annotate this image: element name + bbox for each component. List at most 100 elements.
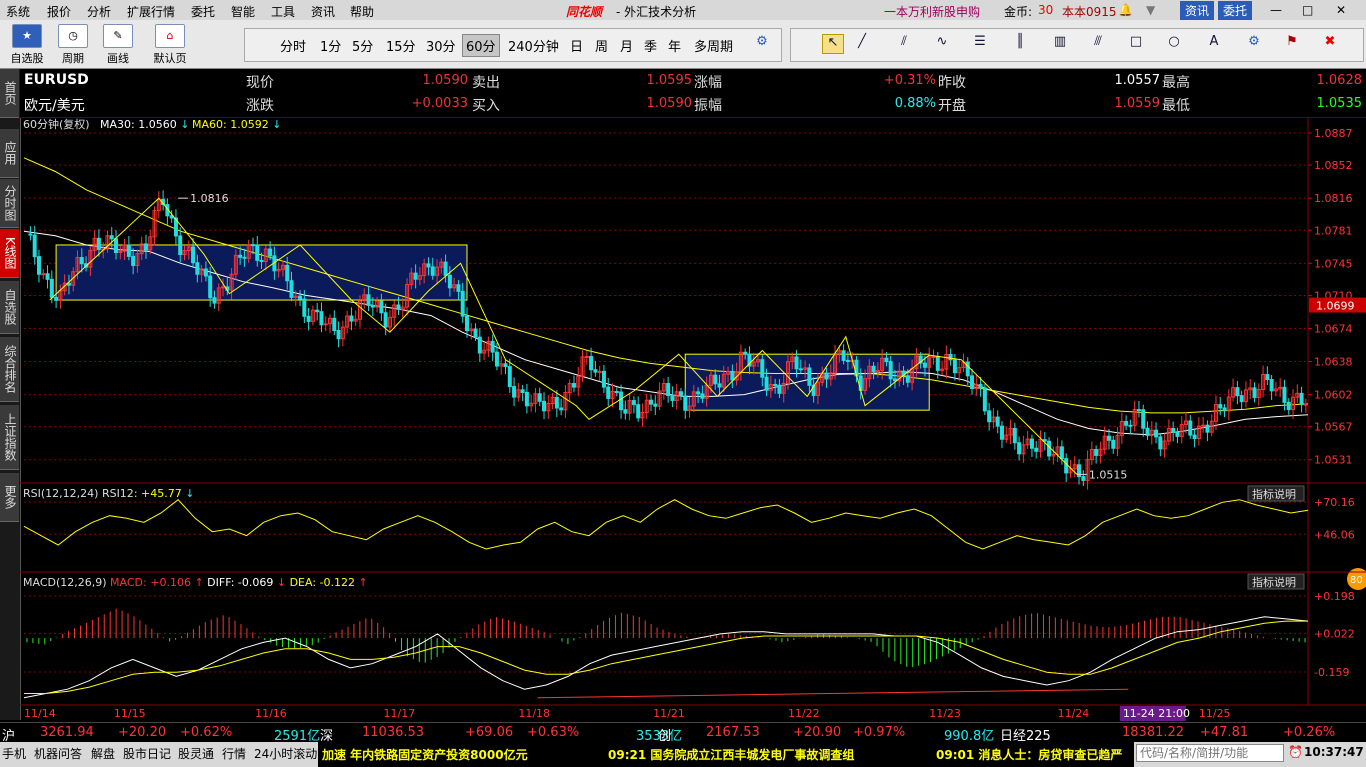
news-button[interactable]: 资讯 — [1180, 1, 1215, 20]
cycle-tool-icon[interactable]: ⫻ — [1088, 34, 1108, 52]
index-ticker-item[interactable]: +0.63% — [527, 725, 579, 740]
menu-item-system[interactable]: 系统 — [6, 3, 30, 20]
sidebar-tab-kline[interactable]: K线图 — [0, 229, 19, 278]
channel-tool-icon[interactable]: ▥ — [1050, 34, 1070, 52]
fib-tool-icon[interactable]: ☰ — [970, 34, 990, 52]
bell-icon[interactable]: 🔔 — [1118, 3, 1133, 17]
candle-body — [794, 356, 799, 370]
shirt-icon[interactable]: ▼ — [1146, 3, 1155, 17]
delete-icon[interactable]: ✖ — [1320, 34, 1340, 52]
user-name[interactable]: 本本0915 — [1062, 3, 1117, 20]
index-ticker-item[interactable]: 2167.53 — [706, 725, 760, 740]
sidebar-tab-home[interactable]: 首页 — [0, 69, 19, 118]
period-tab-week[interactable]: 周 — [595, 36, 608, 55]
index-ticker-item[interactable]: 11036.53 — [362, 725, 424, 740]
candle-body — [336, 330, 341, 340]
quote-label-open: 开盘 — [938, 98, 966, 114]
period-tab-15m[interactable]: 15分 — [386, 36, 416, 55]
alarm-icon[interactable]: ⏰ — [1288, 745, 1303, 759]
candle-body — [730, 370, 735, 381]
watchlist-button[interactable]: ★ 自选股 — [6, 22, 48, 66]
menu-item-extended[interactable]: 扩展行情 — [127, 3, 175, 20]
news-item[interactable]: 09:21 国务院成立江西丰城发电厂事故调查组 — [608, 746, 854, 763]
rsi-help-button[interactable]: 指标说明 — [1247, 485, 1305, 502]
promo-link[interactable]: 一本万利新股申购 — [884, 3, 980, 20]
rectangle-tool-icon[interactable]: □ — [1126, 34, 1146, 52]
news-item[interactable]: 加速 年内铁路固定资产投资8000亿元 — [322, 746, 528, 763]
gann-tool-icon[interactable]: ║ — [1010, 34, 1030, 52]
index-ticker-item[interactable]: 18381.22 — [1122, 725, 1184, 740]
index-ticker-item[interactable]: +0.97% — [853, 725, 905, 740]
index-ticker-item[interactable]: +0.26% — [1283, 725, 1335, 740]
candle-body — [195, 262, 200, 275]
menu-item-smart[interactable]: 智能 — [231, 3, 255, 20]
maximize-icon[interactable]: □ — [1302, 3, 1313, 17]
menu-item-analysis[interactable]: 分析 — [87, 3, 111, 20]
period-tab-30m[interactable]: 30分 — [426, 36, 456, 55]
sidebar-tab-sh-index[interactable]: 上证指数 — [0, 405, 19, 470]
period-tab-month[interactable]: 月 — [620, 36, 633, 55]
index-ticker-item[interactable]: 3261.94 — [40, 725, 94, 740]
default-page-button[interactable]: ⌂ 默认页 — [148, 22, 192, 66]
quote-value-high: 1.0628 — [1316, 73, 1363, 88]
ellipse-tool-icon[interactable]: ○ — [1164, 34, 1184, 52]
period-tab-year[interactable]: 年 — [668, 36, 681, 55]
gear-icon[interactable]: ⚙ — [752, 34, 772, 52]
menu-item-tools[interactable]: 工具 — [271, 3, 295, 20]
menu-item-news[interactable]: 资讯 — [311, 3, 335, 20]
y-tick-label: -0.159 — [1314, 666, 1349, 679]
index-ticker-item[interactable]: +0.62% — [180, 725, 232, 740]
wave-line-icon[interactable]: ∿ — [932, 34, 952, 52]
sidebar-tab-more[interactable]: 更多 — [0, 473, 19, 522]
period-button[interactable]: ◷ 周期 — [52, 22, 94, 66]
sidebar-tab-ranking[interactable]: 综合排名 — [0, 337, 19, 402]
candle-body — [884, 357, 889, 363]
macd-help-button[interactable]: 指标说明 — [1247, 573, 1305, 590]
index-ticker-item[interactable]: +47.81 — [1200, 725, 1248, 740]
news-tab-mobile[interactable]: 手机 — [2, 745, 26, 762]
news-tab-24h[interactable]: 24小时滚动 — [254, 745, 317, 762]
text-tool-icon[interactable]: A — [1204, 34, 1224, 52]
news-item[interactable]: 09:01 消息人士：房贷审查已趋严 — [936, 746, 1132, 763]
parallel-line-icon[interactable]: ⫽ — [894, 34, 914, 52]
index-ticker-item[interactable]: +20.90 — [793, 725, 841, 740]
search-input[interactable] — [1136, 744, 1284, 762]
candle-body — [559, 407, 564, 411]
period-tab-quarter[interactable]: 季 — [644, 36, 657, 55]
news-tab-analysis[interactable]: 解盘 — [91, 745, 115, 762]
period-tab-60m[interactable]: 60分 — [462, 34, 500, 57]
index-ticker-item[interactable]: +69.06 — [465, 725, 513, 740]
trade-button[interactable]: 委托 — [1218, 1, 1253, 20]
settings-icon[interactable]: ⚙ — [1244, 34, 1264, 52]
y-tick-label: +0.198 — [1314, 590, 1355, 603]
news-tab-market[interactable]: 行情 — [222, 745, 246, 762]
sidebar-tab-timeshare[interactable]: 分时图 — [0, 179, 19, 228]
period-tab-day[interactable]: 日 — [570, 36, 583, 55]
kline-chart-area[interactable]: 60分钟(复权) MA30: 1.0560 ↓ MA60: 1.0592 ↓ R… — [20, 117, 1366, 722]
menu-item-quote[interactable]: 报价 — [47, 3, 71, 20]
menu-item-help[interactable]: 帮助 — [350, 3, 374, 20]
minimize-icon[interactable]: — — [1270, 3, 1282, 17]
menu-item-trade[interactable]: 委托 — [191, 3, 215, 20]
candle-body — [54, 296, 59, 301]
period-tab-1m[interactable]: 1分 — [320, 36, 341, 55]
candle-body — [649, 399, 654, 405]
draw-line-button[interactable]: ✎ 画线 — [97, 22, 139, 66]
period-tab-timeshare[interactable]: 分时 — [280, 36, 306, 55]
news-tab-diary[interactable]: 股市日记 — [123, 745, 171, 762]
bookmark-icon[interactable]: ⚑ — [1282, 34, 1302, 52]
index-ticker-item[interactable]: +20.20 — [118, 725, 166, 740]
period-tab-multi[interactable]: 多周期 — [694, 36, 733, 55]
default-page-label: 默认页 — [153, 52, 187, 65]
close-icon[interactable]: ✕ — [1336, 3, 1346, 17]
float-badge[interactable]: 80 — [1347, 568, 1366, 590]
news-tab-stocktalk[interactable]: 股灵通 — [178, 745, 214, 762]
pointer-icon[interactable]: ↖ — [822, 34, 844, 54]
period-tab-5m[interactable]: 5分 — [352, 36, 373, 55]
candle-body — [824, 372, 829, 380]
period-tab-240m[interactable]: 240分钟 — [508, 36, 559, 55]
sidebar-tab-apps[interactable]: 应用 — [0, 129, 19, 178]
sidebar-tab-watchlist[interactable]: 自选股 — [0, 281, 19, 334]
news-tab-qa[interactable]: 机器问答 — [34, 745, 82, 762]
line-tool-icon[interactable]: ╱ — [852, 34, 872, 52]
